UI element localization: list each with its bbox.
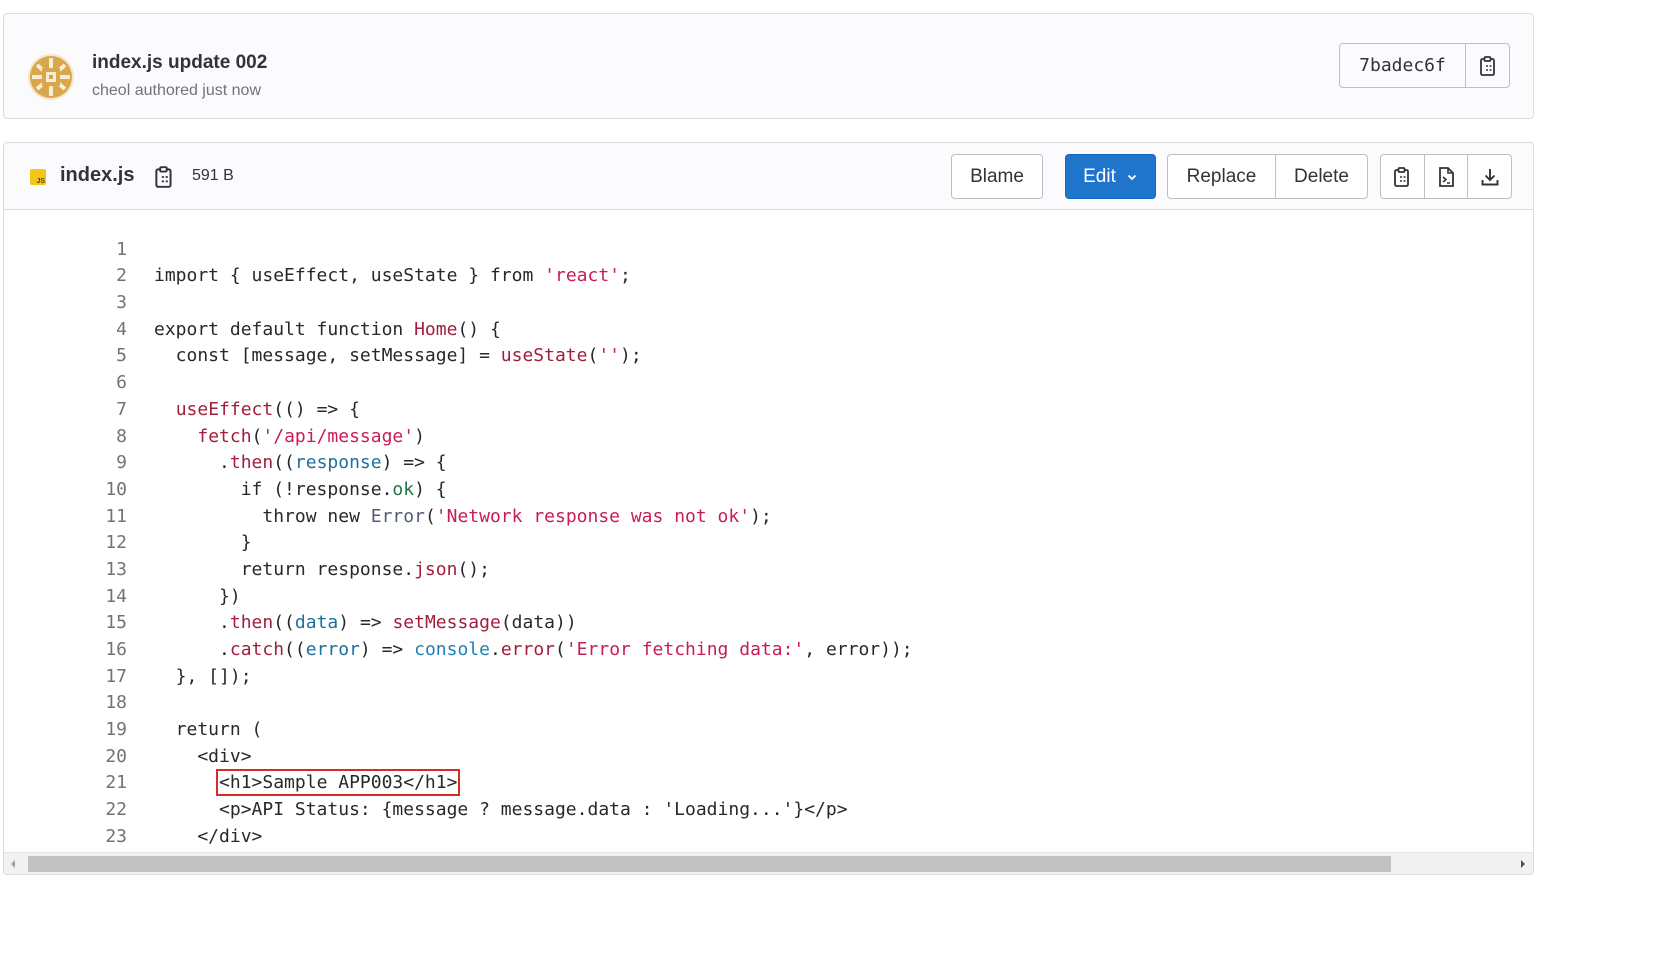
code-line: 15 .catch((error) => console.error('Erro… [4,584,1533,660]
code-line: 23 ); [4,797,1533,874]
code-line: 22 </div> [4,770,1533,847]
commit-author-meta: cheol authored just now [92,82,261,99]
code-line: 7 fetch('/api/message') [4,370,1533,447]
commit-info-card: index.js update 002 cheol authored just … [3,13,1534,119]
scroll-left-arrow[interactable] [9,859,17,869]
copy-icon [1479,55,1495,76]
code-line: 6 useEffect(() => { [4,343,1533,420]
commit-sha[interactable]: 7badec6f [1340,44,1466,87]
code-line: 8 .then((response) => { [4,397,1533,474]
code-line: 10 throw new Error('Network response was… [4,450,1533,527]
replace-button[interactable]: Replace [1167,154,1276,199]
code-line: 9 if (!response.ok) { [4,424,1533,500]
code-line: 4 const [message, setMessage] = useState… [4,290,1533,367]
avatar-identicon [28,54,74,100]
scroll-right-arrow[interactable] [1519,859,1527,869]
file-name[interactable]: index.js [60,164,134,187]
avatar[interactable] [28,54,74,100]
download-button[interactable] [1468,155,1511,198]
code-line: 11 } [4,477,1533,554]
code-line: 13 }) [4,530,1533,607]
file-size: 591 B [192,167,234,184]
code-line: 5 [4,317,1533,366]
code-line: 1 import { useEffect, useState } from 'r… [4,210,1533,287]
code-line: 21 <p>API Status: {message ? message.dat… [4,744,1533,820]
open-raw-button[interactable] [1425,155,1469,198]
code-line: 3 export default function Home() { [4,263,1533,340]
raw-file-icon [1439,166,1454,187]
commit-title[interactable]: index.js update 002 [92,52,267,74]
copy-icon [155,166,172,188]
code-view[interactable]: 1 import { useEffect, useState } from 'r… [4,210,1533,874]
code-line: 14 .then((data) => setMessage(data)) [4,557,1533,634]
scrollbar-thumb[interactable] [28,856,1391,872]
file-viewer: JS index.js 591 B Blame Edit Replace Del… [3,142,1534,875]
code-line: 16 }, []); [4,610,1533,687]
copy-file-path-button[interactable] [152,165,176,189]
delete-button[interactable]: Delete [1275,154,1368,199]
code-line: 24 } [4,824,1533,874]
code-line: 18 return ( [4,664,1533,740]
download-icon [1481,168,1499,185]
js-file-icon: JS [30,169,46,185]
copy-file-icon [1394,166,1410,187]
copy-file-contents-button[interactable] [1381,155,1425,198]
horizontal-scrollbar[interactable] [4,852,1533,874]
blame-button[interactable]: Blame [951,154,1043,199]
commit-sha-group: 7badec6f [1339,43,1510,88]
chevron-down-icon [1127,174,1137,180]
file-header: JS index.js 591 B Blame Edit Replace Del… [4,143,1533,210]
code-line: 19 <div> [4,690,1533,767]
code-line: 2 [4,237,1533,286]
code-line: 12 return response.json(); [4,504,1533,580]
edit-button-label: Edit [1083,165,1116,187]
file-actions-group [1380,154,1512,199]
code-line: 17 [4,637,1533,687]
copy-sha-button[interactable] [1466,44,1509,87]
code-line: 20 <h1>Sample APP003</h1> [4,717,1533,797]
edit-dropdown-button[interactable]: Edit [1065,154,1156,199]
